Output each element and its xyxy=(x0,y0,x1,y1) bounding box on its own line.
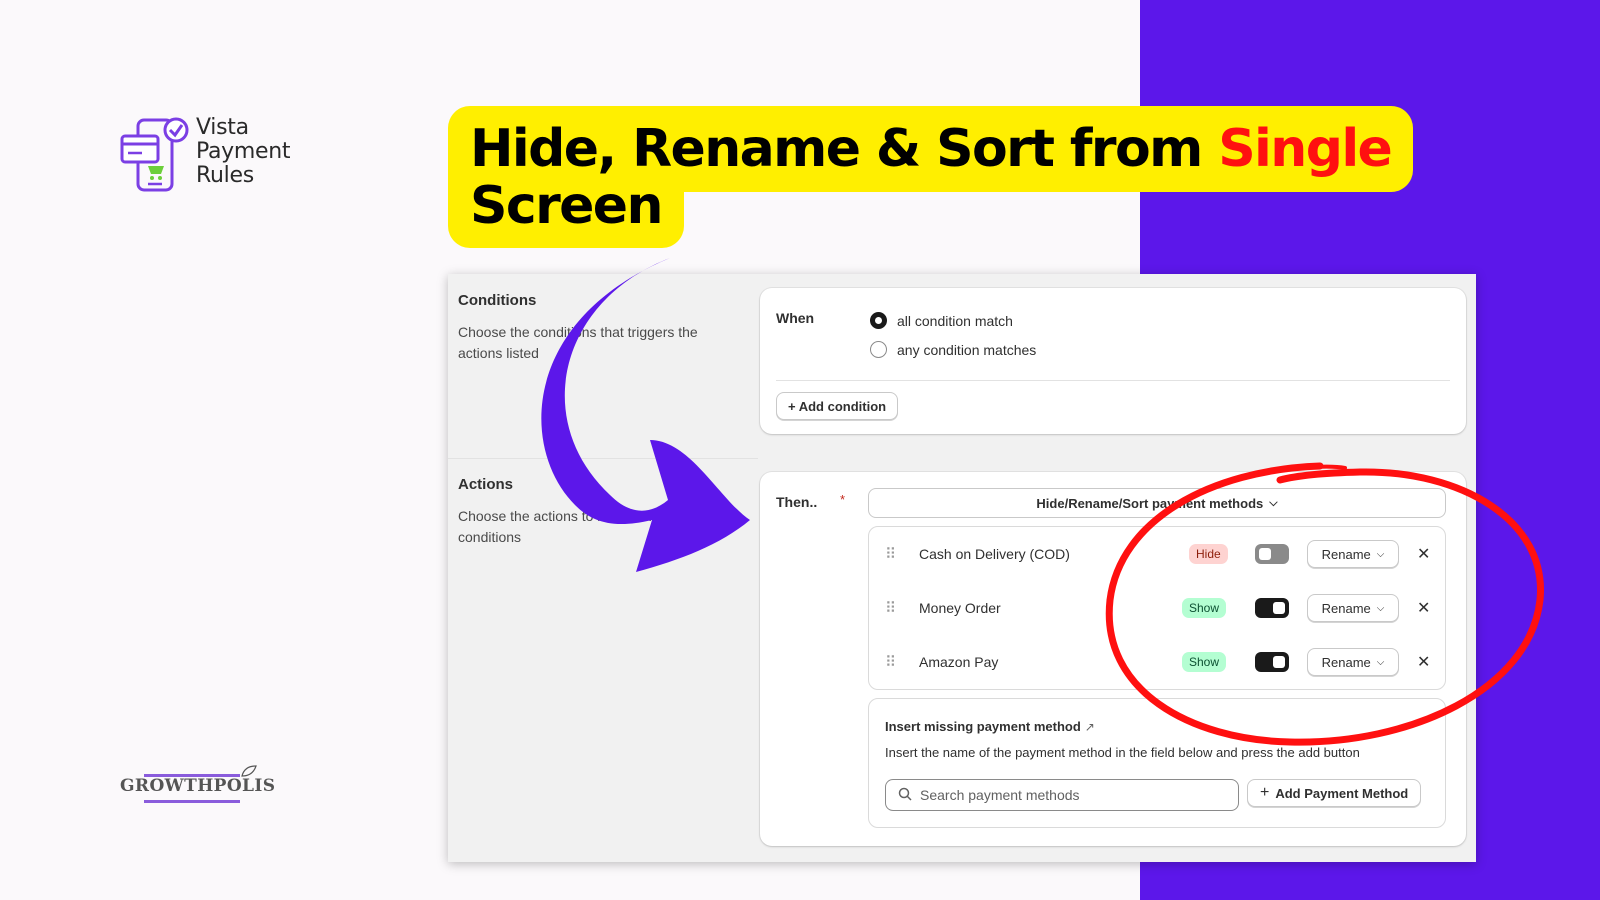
radio-label: any condition matches xyxy=(897,341,1037,358)
status-badge: Show xyxy=(1182,652,1227,672)
insert-title-text: Insert missing payment method xyxy=(885,719,1081,734)
drag-handle-icon[interactable]: ⠿ xyxy=(885,653,896,671)
rename-label: Rename xyxy=(1321,654,1371,670)
rename-button[interactable]: Rename ⌵ xyxy=(1307,648,1399,676)
actions-description: Choose the actions to be performed on co… xyxy=(458,508,701,545)
card-divider xyxy=(776,380,1450,381)
rename-label: Rename xyxy=(1321,600,1371,616)
when-label: When xyxy=(776,310,815,326)
insert-title: Insert missing payment method ↗ xyxy=(885,719,1095,734)
close-icon[interactable]: ✕ xyxy=(1417,544,1430,564)
app-screenshot: Conditions Choose the conditions that tr… xyxy=(448,274,1476,862)
drag-handle-icon[interactable]: ⠿ xyxy=(885,545,896,563)
radio-label: all condition match xyxy=(897,312,1013,329)
headline-part1: Hide, Rename & Sort from xyxy=(470,119,1203,179)
logo-line-2: Payment xyxy=(196,139,291,164)
growthpolis-wordmark: GROWTHPOLIS xyxy=(120,776,276,796)
chevron-down-icon: ⌵ xyxy=(1376,656,1385,668)
radio-button-selected[interactable] xyxy=(870,312,887,329)
actions-card: Then.. * Hide/Rename/Sort payment method… xyxy=(760,472,1466,846)
logo-wordmark: Vista Payment Rules xyxy=(196,115,291,188)
required-mark: * xyxy=(840,492,846,507)
search-field[interactable] xyxy=(885,779,1239,811)
insert-description: Insert the name of the payment method in… xyxy=(885,745,1360,760)
method-name: Amazon Pay xyxy=(919,654,999,670)
phone-card-check-icon xyxy=(120,117,189,192)
chevron-down-icon: ⌵ xyxy=(1269,496,1278,509)
select-value: Hide/Rename/Sort payment methods xyxy=(1036,495,1264,511)
conditions-card: When all condition match any condition m… xyxy=(760,288,1466,434)
logo-bar-bottom xyxy=(144,800,240,803)
list-item: ⠿ Amazon Pay Show Rename ⌵ ✕ xyxy=(869,635,1445,689)
method-name: Cash on Delivery (COD) xyxy=(919,546,1070,562)
status-badge: Show xyxy=(1182,598,1227,618)
headline-highlight: Single xyxy=(1218,119,1393,179)
conditions-description: Choose the conditions that triggers the … xyxy=(458,324,698,361)
drag-handle-icon[interactable]: ⠿ xyxy=(885,599,896,617)
action-type-select[interactable]: Hide/Rename/Sort payment methods ⌵ xyxy=(868,488,1446,518)
rename-button[interactable]: Rename ⌵ xyxy=(1307,594,1399,622)
search-icon xyxy=(898,787,912,804)
chevron-down-icon: ⌵ xyxy=(1376,548,1385,560)
external-link-icon[interactable]: ↗ xyxy=(1085,720,1095,734)
actions-title: Actions xyxy=(458,476,514,493)
close-icon[interactable]: ✕ xyxy=(1417,652,1430,672)
then-label: Then.. xyxy=(776,494,818,510)
leaf-icon xyxy=(241,765,257,777)
plus-icon: + xyxy=(1260,784,1270,801)
search-input[interactable] xyxy=(920,787,1220,803)
conditions-title: Conditions xyxy=(458,292,537,309)
section-divider xyxy=(448,458,758,459)
radio-any-condition[interactable]: any condition matches xyxy=(870,341,1036,358)
status-badge: Hide xyxy=(1189,544,1228,564)
method-name: Money Order xyxy=(919,600,1001,616)
logo-line-3: Rules xyxy=(196,163,254,188)
radio-all-conditions[interactable]: all condition match xyxy=(870,312,1013,329)
insert-method-panel: Insert missing payment method ↗ Insert th… xyxy=(868,698,1446,828)
growthpolis-logo: GROWTHPOLIS xyxy=(120,764,275,808)
visibility-toggle[interactable] xyxy=(1255,652,1289,672)
chevron-down-icon: ⌵ xyxy=(1376,602,1385,614)
headline-part2: Screen xyxy=(470,176,663,236)
radio-button[interactable] xyxy=(870,341,887,358)
list-item: ⠿ Cash on Delivery (COD) Hide Rename ⌵ ✕ xyxy=(869,527,1445,581)
visibility-toggle[interactable] xyxy=(1255,544,1289,564)
list-item: ⠿ Money Order Show Rename ⌵ ✕ xyxy=(869,581,1445,635)
logo-line-1: Vista xyxy=(196,115,249,140)
add-payment-method-label: Add Payment Method xyxy=(1275,785,1409,801)
vista-logo: Vista Payment Rules xyxy=(120,115,291,194)
rename-button[interactable]: Rename ⌵ xyxy=(1307,540,1399,568)
visibility-toggle[interactable] xyxy=(1255,598,1289,618)
add-condition-button[interactable]: + Add condition xyxy=(776,392,899,420)
headline-line-2: Screen xyxy=(448,176,684,248)
add-payment-method-button[interactable]: + Add Payment Method xyxy=(1247,779,1422,807)
rename-label: Rename xyxy=(1321,546,1371,562)
payment-methods-list: ⠿ Cash on Delivery (COD) Hide Rename ⌵ ✕ … xyxy=(868,526,1446,690)
close-icon[interactable]: ✕ xyxy=(1417,598,1430,618)
